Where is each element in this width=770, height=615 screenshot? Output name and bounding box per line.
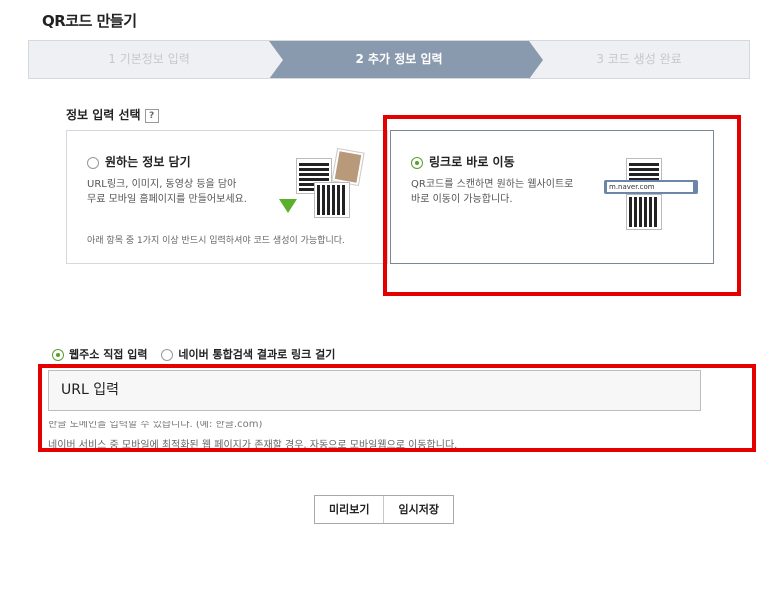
download-arrow-icon: [279, 199, 297, 213]
highlight-box-option: [383, 115, 741, 296]
option-info-desc: URL링크, 이미지, 동영상 등을 담아 무료 모바일 홈페이지를 만들어보세…: [87, 177, 247, 207]
option-info-label: 원하는 정보 담기: [105, 155, 191, 169]
radio-search[interactable]: [161, 349, 174, 361]
option-info-desc-line2: 무료 모바일 홈페이지를 만들어보세요.: [87, 194, 247, 205]
page-title: QR코드 만들기: [42, 12, 137, 30]
url-option-direct-label: 웹주소 직접 입력: [69, 348, 148, 361]
temp-save-button[interactable]: 임시저장: [383, 496, 452, 523]
option-info-note: 아래 항목 중 1가지 이상 반드시 입력하셔야 코드 생성이 가능합니다.: [87, 236, 345, 246]
highlight-box-url-input: [38, 364, 756, 452]
photo-icon: [332, 148, 364, 186]
option-info-desc-line1: URL링크, 이미지, 동영상 등을 담아: [87, 179, 237, 190]
step-indicator: 1 기본정보 입력 2 추가 정보 입력 3 코드 생성 완료: [28, 40, 750, 79]
info-select-label: 정보 입력 선택: [66, 108, 141, 122]
option-card-info[interactable]: 원하는 정보 담기 URL링크, 이미지, 동영상 등을 담아 무료 모바일 홈…: [66, 130, 388, 264]
help-icon[interactable]: ?: [144, 108, 159, 123]
url-option-direct[interactable]: 웹주소 직접 입력: [52, 348, 148, 361]
info-select-heading: 정보 입력 선택?: [66, 106, 159, 123]
step-3: 3 코드 생성 완료: [596, 52, 682, 66]
step-2-active: 2 추가 정보 입력: [269, 41, 529, 78]
step-arrow: [269, 41, 283, 79]
action-buttons: 미리보기 임시저장: [314, 495, 454, 524]
step-1: 1 기본정보 입력: [108, 52, 190, 66]
step-arrow: [529, 41, 543, 79]
url-option-group: 웹주소 직접 입력 네이버 통합검색 결과로 링크 걸기: [52, 346, 345, 362]
option-info-title[interactable]: 원하는 정보 담기: [87, 153, 191, 170]
preview-button[interactable]: 미리보기: [315, 496, 383, 523]
url-option-search-label: 네이버 통합검색 결과로 링크 걸기: [178, 348, 336, 361]
radio-direct-selected[interactable]: [52, 349, 64, 361]
qr-code-icon: [315, 183, 349, 217]
url-option-search[interactable]: 네이버 통합검색 결과로 링크 걸기: [161, 348, 335, 361]
radio-info[interactable]: [87, 156, 99, 169]
